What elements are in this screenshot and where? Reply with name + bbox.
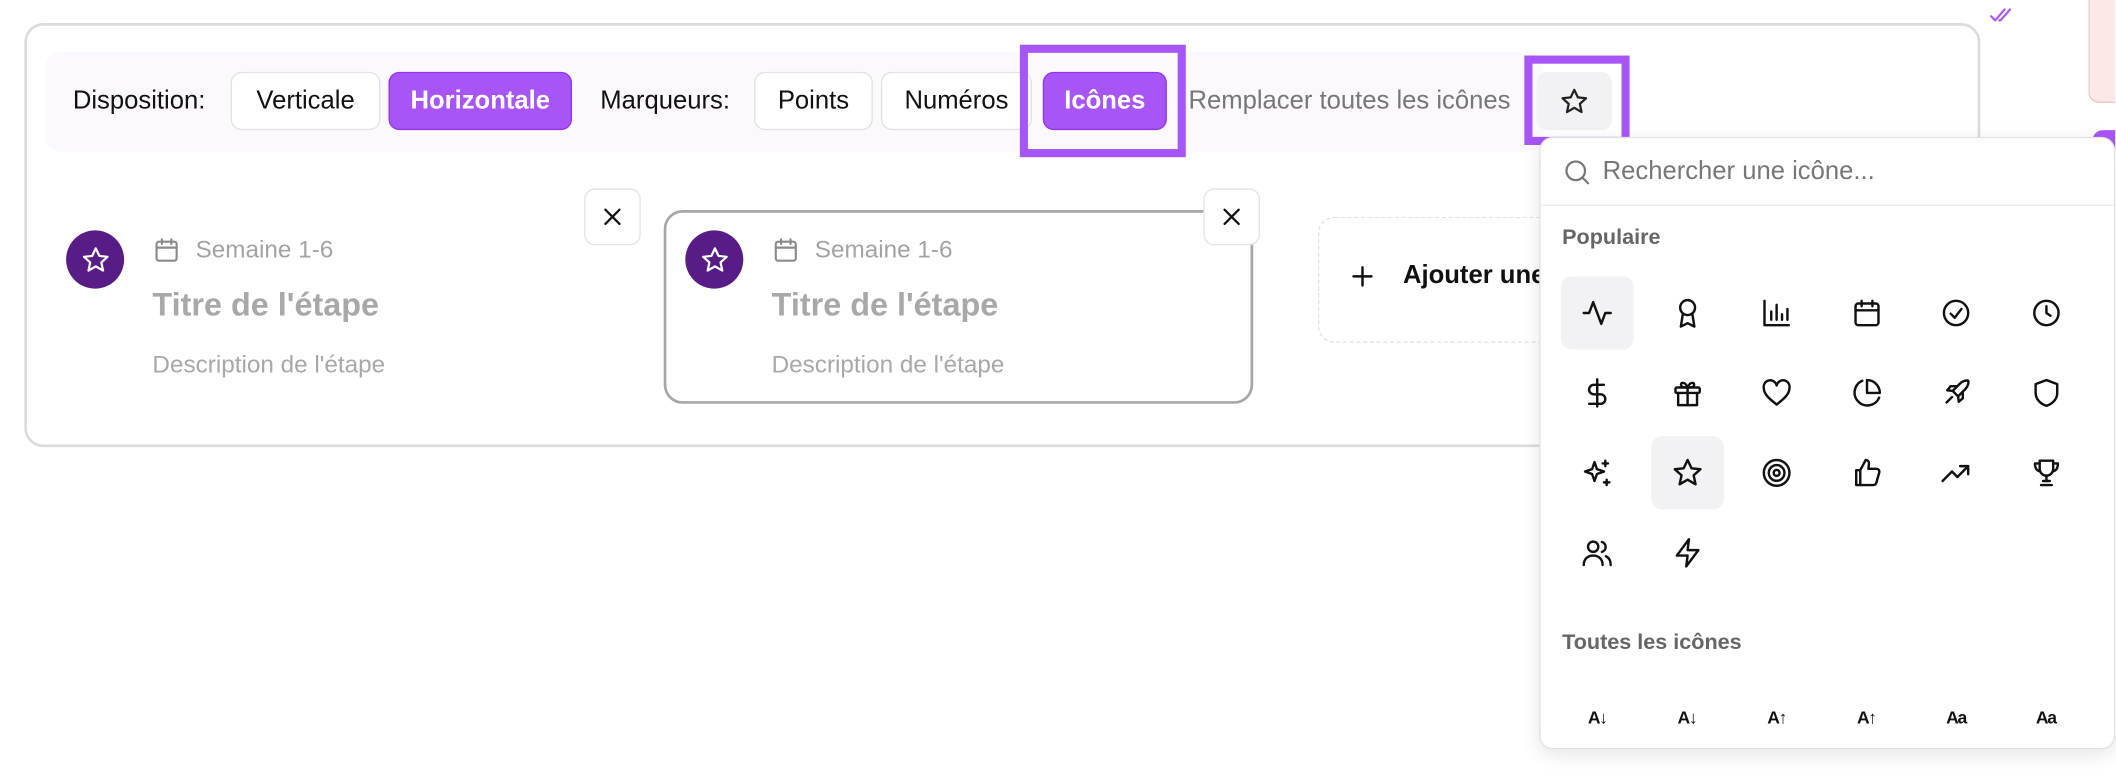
markers-label: Marqueurs: bbox=[600, 86, 730, 116]
sort-alpha-down-alt-icon[interactable]: A↓ bbox=[1651, 680, 1724, 748]
sort-alpha-up-alt-icon[interactable]: A↑ bbox=[1830, 680, 1903, 748]
icon-option[interactable] bbox=[1830, 276, 1903, 349]
step-title[interactable]: Titre de l'étape bbox=[152, 287, 379, 325]
icon-picker-popover: Populaire Toutes les icônes A↓ bbox=[1539, 136, 2116, 750]
target-icon bbox=[1760, 457, 1792, 490]
icon-option[interactable] bbox=[2009, 276, 2082, 349]
users-icon bbox=[1581, 537, 1613, 570]
icon-search-input[interactable] bbox=[1602, 156, 2089, 187]
icon-option[interactable] bbox=[1561, 436, 1634, 509]
pie-chart-icon bbox=[1850, 377, 1882, 410]
icon-option[interactable] bbox=[2009, 356, 2082, 429]
activity-icon bbox=[1581, 297, 1613, 330]
icon-option[interactable] bbox=[1830, 436, 1903, 509]
dollar-icon bbox=[1581, 377, 1613, 410]
disposition-vertical-button[interactable]: Verticale bbox=[230, 71, 381, 131]
sort-alpha-down-icon[interactable]: A↓ bbox=[1561, 680, 1634, 748]
sparkles-icon bbox=[1581, 457, 1613, 490]
icon-option[interactable] bbox=[1561, 356, 1634, 429]
close-icon bbox=[1219, 205, 1243, 229]
icon-option[interactable] bbox=[1740, 436, 1813, 509]
search-icon bbox=[1541, 157, 1592, 187]
icon-option[interactable] bbox=[1920, 356, 1993, 429]
icon-option[interactable] bbox=[2009, 436, 2082, 509]
calendar-icon bbox=[152, 236, 180, 264]
double-check-icon bbox=[1988, 4, 2018, 26]
icon-option[interactable] bbox=[1560, 276, 1634, 350]
icon-option[interactable] bbox=[1920, 436, 1993, 509]
icon-option[interactable] bbox=[1740, 356, 1813, 429]
step-description[interactable]: Description de l'étape bbox=[772, 351, 1005, 379]
step-marker bbox=[66, 230, 125, 289]
side-panel-fragment bbox=[2088, 0, 2116, 103]
icon-option[interactable] bbox=[1651, 276, 1724, 349]
icon-option[interactable] bbox=[1651, 356, 1724, 429]
calendar-icon bbox=[1850, 297, 1882, 330]
popular-section-label: Populaire bbox=[1562, 226, 1661, 250]
all-icons-section-label: Toutes les icônes bbox=[1562, 631, 1742, 655]
zap-icon bbox=[1671, 537, 1703, 570]
check-circle-icon bbox=[1940, 297, 1972, 330]
all-icons-grid: A↓ A↓ A↑ A↑ Aa Aa bbox=[1561, 680, 2101, 748]
sort-alpha-up-icon[interactable]: A↑ bbox=[1740, 680, 1813, 748]
case-sensitive-alt-icon[interactable]: Aa bbox=[2009, 680, 2082, 748]
markers-numbers-button[interactable]: Numéros bbox=[880, 71, 1032, 131]
case-sensitive-icon[interactable]: Aa bbox=[1920, 680, 1993, 748]
star-icon bbox=[699, 245, 729, 275]
icon-option[interactable] bbox=[1561, 516, 1634, 589]
calendar-icon bbox=[772, 236, 800, 264]
thumbs-up-icon bbox=[1850, 457, 1882, 490]
award-icon bbox=[1671, 297, 1703, 330]
plus-icon bbox=[1349, 263, 1376, 290]
icon-option[interactable] bbox=[1830, 356, 1903, 429]
step-week: Semaine 1-6 bbox=[772, 235, 953, 264]
step-week-text: Semaine 1-6 bbox=[195, 235, 334, 263]
replace-all-icons-label: Remplacer toutes les icônes bbox=[1188, 86, 1511, 116]
close-icon bbox=[600, 205, 624, 229]
markers-points-button[interactable]: Points bbox=[754, 71, 873, 131]
remove-step-button[interactable] bbox=[1203, 188, 1260, 246]
disposition-horizontal-button[interactable]: Horizontale bbox=[388, 71, 572, 131]
disposition-label: Disposition: bbox=[72, 86, 206, 116]
icon-option[interactable] bbox=[1650, 436, 1724, 510]
rocket-icon bbox=[1940, 377, 1972, 410]
step-marker bbox=[685, 230, 744, 289]
step-week: Semaine 1-6 bbox=[152, 236, 333, 264]
gift-icon bbox=[1671, 377, 1703, 410]
step-description[interactable]: Description de l'étape bbox=[152, 351, 385, 379]
clock-icon bbox=[2030, 297, 2062, 330]
heart-icon bbox=[1760, 377, 1792, 410]
icon-option[interactable] bbox=[1740, 276, 1813, 349]
icon-option[interactable] bbox=[1920, 276, 1993, 349]
highlight-icons-button bbox=[1019, 44, 1186, 158]
popular-icons-grid bbox=[1560, 276, 2101, 589]
icon-option[interactable] bbox=[1651, 516, 1724, 589]
step-week-text: Semaine 1-6 bbox=[814, 235, 953, 263]
trending-up-icon bbox=[1940, 457, 1972, 490]
star-icon bbox=[1671, 457, 1703, 490]
highlight-replace-icon-button bbox=[1524, 55, 1630, 145]
star-icon bbox=[80, 245, 110, 275]
add-step-label: Ajouter une bbox=[1349, 262, 1545, 292]
bar-chart-icon bbox=[1760, 297, 1792, 330]
shield-icon bbox=[2030, 377, 2062, 410]
icon-search-bar bbox=[1540, 138, 2114, 206]
trophy-icon bbox=[2030, 457, 2062, 490]
remove-step-button[interactable] bbox=[584, 188, 641, 246]
step-title[interactable]: Titre de l'étape bbox=[772, 287, 999, 325]
